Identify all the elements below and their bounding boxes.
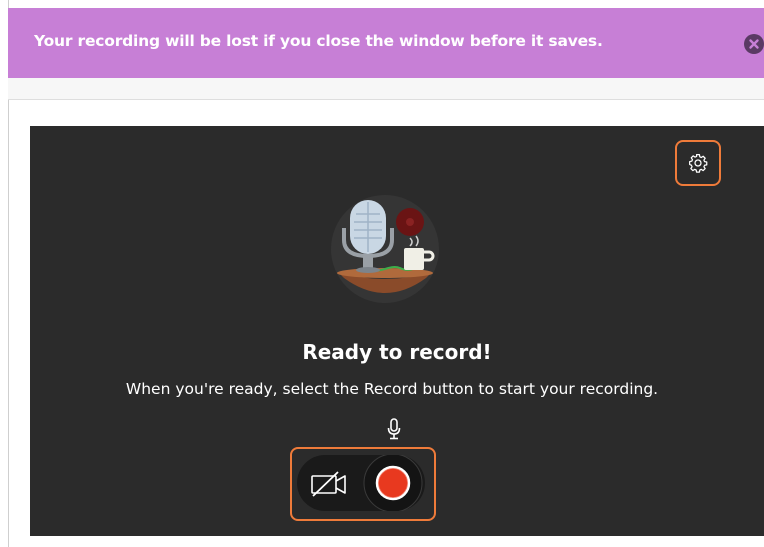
camera-off-icon <box>311 471 346 497</box>
settings-button[interactable] <box>675 140 721 186</box>
warning-message: Your recording will be lost if you close… <box>34 32 603 50</box>
close-icon[interactable] <box>744 34 764 54</box>
recorder-panel: Ready to record! When you're ready, sele… <box>30 126 764 536</box>
controls-pill <box>297 453 425 513</box>
instructions-text: When you're ready, select the Record but… <box>125 380 659 398</box>
podcast-microphone-illustration <box>331 195 439 303</box>
camera-toggle-button[interactable] <box>309 469 349 499</box>
toolbar-strip <box>8 78 764 100</box>
warning-banner: Your recording will be lost if you close… <box>8 8 764 78</box>
microphone-icon <box>387 418 401 440</box>
record-icon <box>363 453 423 513</box>
ready-heading: Ready to record! <box>302 340 492 364</box>
recording-controls <box>290 447 436 521</box>
record-button[interactable] <box>361 453 425 513</box>
gear-icon <box>689 154 708 173</box>
